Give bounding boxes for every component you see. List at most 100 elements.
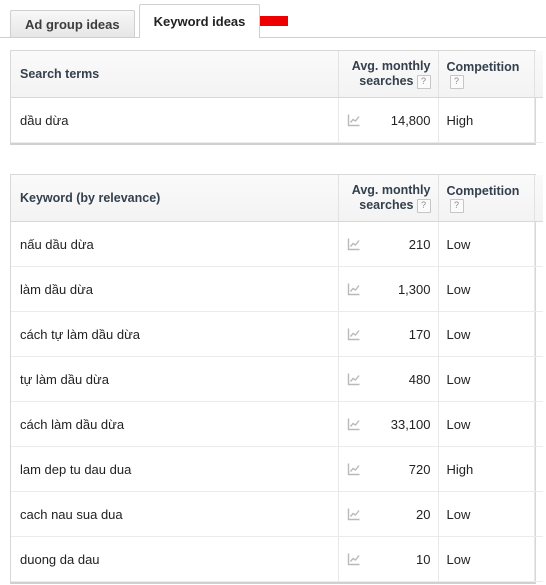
cell-keyword: cach nau sua dua [11,491,338,537]
avg-header-line-2-label: searches [359,198,414,212]
table-row[interactable]: cach nau sua dua 20 Low [11,491,543,537]
cell-avg-monthly-searches: 20 [337,491,438,537]
help-icon[interactable]: ? [449,198,464,213]
trend-chart-icon[interactable] [347,372,361,386]
tab-list: Ad group ideas Keyword ideas [10,4,261,38]
cell-spacer [533,491,543,537]
cell-avg-monthly-searches: 10 [337,536,438,582]
table-row[interactable]: làm dầu dừa 1,300 Low [11,266,543,312]
avg-header-line-2: searches? [339,74,431,89]
column-header-avg-monthly-searches[interactable]: Avg. monthly searches? [337,51,438,98]
tab-keyword-ideas[interactable]: Keyword ideas [138,4,261,38]
table-row[interactable]: tự làm dầu dừa 480 Low [11,356,543,402]
cell-search-term: dầu dừa [11,97,338,143]
cell-avg-monthly-searches: 1,300 [337,266,438,312]
trend-chart-icon[interactable] [347,507,361,521]
trend-chart-icon[interactable] [347,327,361,341]
column-header-competition-label: Competition [446,183,520,198]
avg-cell-inner: 33,100 [339,417,431,432]
cell-avg-monthly-searches: 33,100 [337,401,438,447]
trend-chart-icon[interactable] [347,417,361,431]
avg-value: 1,300 [397,281,431,297]
table-header-row: Search terms Avg. monthly searches? Comp… [11,51,543,98]
avg-cell-inner: 480 [339,372,431,387]
tab-strip: Ad group ideas Keyword ideas [0,0,546,38]
trend-chart-icon[interactable] [347,237,361,251]
cell-avg-monthly-searches: 480 [337,356,438,402]
help-icon[interactable]: ? [449,74,464,89]
cell-avg-monthly-searches: 170 [337,311,438,357]
search-terms-table-body: dầu dừa 14,800 High [11,97,543,143]
column-header-spacer [533,175,543,222]
avg-cell-inner: 720 [339,462,431,477]
avg-value: 210 [408,236,431,252]
keyword-ideas-table-container: Keyword (by relevance) Avg. monthly sear… [10,174,543,584]
cell-competition: Low [437,491,534,537]
cell-spacer [533,266,543,312]
trend-chart-icon[interactable] [347,462,361,476]
column-header-keyword-label: Keyword (by relevance) [20,191,161,205]
trend-chart-icon[interactable] [347,113,361,127]
avg-value: 720 [408,461,431,477]
column-header-competition-label: Competition [446,59,520,74]
avg-cell-inner: 20 [339,507,431,522]
cell-keyword: làm dầu dừa [11,266,338,312]
cell-spacer [533,401,543,447]
tab-ad-group-ideas[interactable]: Ad group ideas [10,10,135,37]
tab-ad-group-ideas-label: Ad group ideas [25,16,120,32]
trend-chart-icon[interactable] [347,552,361,566]
table-row[interactable]: dầu dừa 14,800 High [11,97,543,143]
column-header-competition[interactable]: Competition? [437,51,534,98]
column-header-spacer [533,51,543,98]
cell-competition: Low [437,311,534,357]
column-header-search-terms-label: Search terms [20,67,100,81]
trend-chart-icon[interactable] [347,282,361,296]
cell-keyword: tự làm dầu dừa [11,356,338,402]
keyword-ideas-table: Keyword (by relevance) Avg. monthly sear… [11,175,543,582]
cell-keyword: lam dep tu dau dua [11,446,338,492]
column-header-search-terms[interactable]: Search terms [11,51,338,98]
cell-competition: Low [437,266,534,312]
cell-spacer [533,97,543,143]
cell-spacer [533,311,543,357]
help-icon[interactable]: ? [416,75,431,89]
table-row[interactable]: duong da dau 10 Low [11,536,543,582]
cell-competition: Low [437,536,534,582]
column-header-avg-monthly-searches[interactable]: Avg. monthly searches? [337,175,438,222]
cell-spacer [533,446,543,492]
avg-cell-inner: 10 [339,552,431,567]
table-row[interactable]: lam dep tu dau dua 720 High [11,446,543,492]
cell-spacer [533,221,543,267]
keyword-ideas-table-body: nấu dầu dừa 210 Low làm dầu dừa 1,300 Low cách… [11,221,543,582]
tab-keyword-ideas-label: Keyword ideas [153,13,246,29]
cell-avg-monthly-searches: 720 [337,446,438,492]
avg-value: 170 [408,326,431,342]
cell-keyword: duong da dau [11,536,338,582]
cell-competition: High [437,446,534,492]
help-icon[interactable]: ? [416,199,431,213]
table-row[interactable]: nấu dầu dừa 210 Low [11,221,543,267]
avg-cell-inner: 1,300 [339,282,431,297]
search-terms-table-container: Search terms Avg. monthly searches? Comp… [10,50,543,145]
avg-value: 20 [416,506,431,522]
avg-value: 10 [416,551,431,567]
cell-avg-monthly-searches: 14,800 [337,97,438,143]
cell-spacer [533,536,543,582]
table-row[interactable]: cách làm dầu dừa 33,100 Low [11,401,543,447]
cell-competition: Low [437,221,534,267]
avg-value: 480 [408,371,431,387]
cell-competition: High [437,97,534,143]
avg-value: 14,800 [390,112,431,128]
column-header-keyword-by-relevance[interactable]: Keyword (by relevance) [11,175,338,222]
cell-competition: Low [437,356,534,402]
cell-keyword: cách làm dầu dừa [11,401,338,447]
table-row[interactable]: cách tự làm dầu dừa 170 Low [11,311,543,357]
cell-spacer [533,356,543,402]
avg-header-line-2: searches? [339,198,431,213]
cell-competition: Low [437,401,534,447]
avg-header-line-1: Avg. monthly [351,59,431,73]
column-header-competition[interactable]: Competition? [437,175,534,222]
table-header-row: Keyword (by relevance) Avg. monthly sear… [11,175,543,222]
avg-cell-inner: 170 [339,327,431,342]
cell-keyword: nấu dầu dừa [11,221,338,267]
